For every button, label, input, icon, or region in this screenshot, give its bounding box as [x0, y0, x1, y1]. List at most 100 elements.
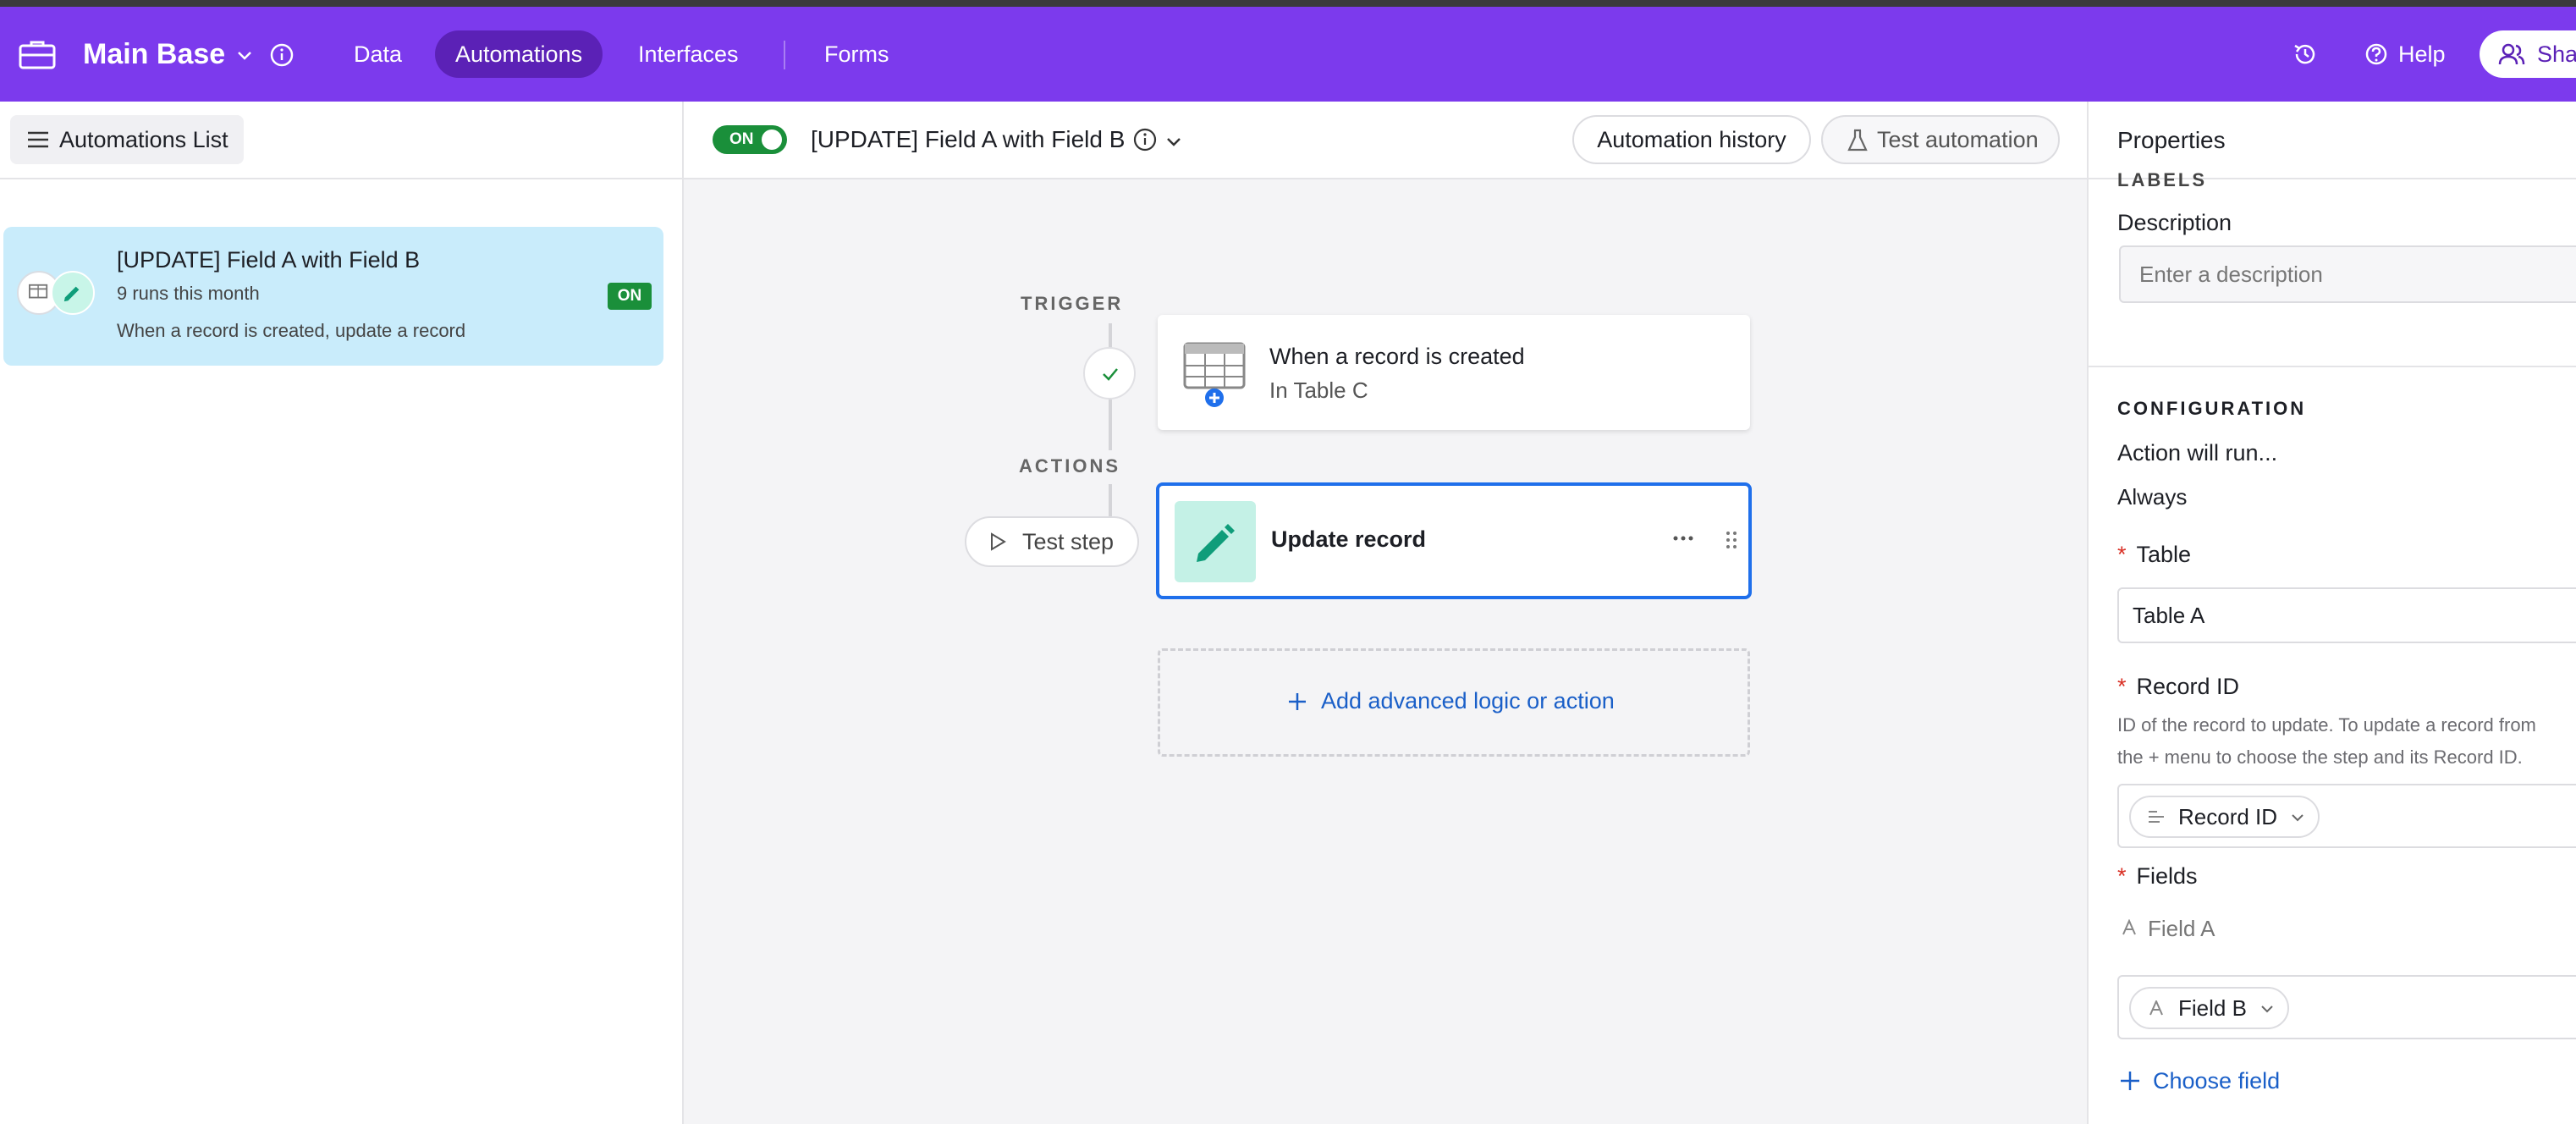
history-icon[interactable]: [2292, 41, 2319, 68]
record-id-field-label: * Record ID: [2117, 674, 2239, 700]
table-label-text: Table: [2136, 542, 2192, 567]
briefcase-icon[interactable]: [19, 39, 56, 69]
add-logic-or-action-button[interactable]: Add advanced logic or action: [1158, 648, 1750, 757]
record-id-help: ID of the record to update. To update a …: [2117, 709, 2536, 774]
test-automation-button[interactable]: Test automation: [1821, 115, 2060, 164]
trigger-subtitle: In Table C: [1269, 377, 1368, 403]
plus-icon: [2121, 1072, 2139, 1090]
sidebar-header: Automations List: [0, 102, 682, 179]
flask-icon: [1847, 129, 1868, 152]
properties-panel: Properties LABELS Description Enter a de…: [2087, 102, 2576, 1124]
table-field-label: * Table: [2117, 542, 2191, 568]
single-line-text-icon: [2122, 919, 2136, 935]
automation-summary: When a record is created, update a recor…: [117, 320, 466, 341]
test-automation-label: Test automation: [1877, 127, 2039, 152]
run-condition-value[interactable]: Always: [2117, 484, 2187, 510]
pencil-icon: [51, 271, 95, 315]
fields-label-text: Fields: [2136, 863, 2198, 889]
toggle-knob: [762, 129, 782, 150]
action-will-run-label: Action will run...: [2117, 440, 2278, 466]
chevron-down-icon: [2292, 814, 2304, 822]
text-field-icon: [2149, 811, 2164, 823]
action-card[interactable]: Update record: [1156, 482, 1752, 599]
actions-section-label: ACTIONS: [1019, 455, 1120, 477]
trigger-title: When a record is created: [1269, 344, 1525, 369]
window-top-strip: [0, 0, 2576, 7]
add-logic-label: Add advanced logic or action: [1287, 688, 1615, 714]
automation-name: [UPDATE] Field A with Field B: [117, 247, 421, 273]
pencil-icon: [1197, 524, 1235, 562]
nav-interfaces[interactable]: Interfaces: [618, 30, 759, 78]
record-id-input[interactable]: Record ID: [2117, 784, 2576, 848]
record-id-help-line: ID of the record to update. To update a …: [2117, 714, 2536, 736]
plus-icon: [1289, 693, 1306, 710]
table-select[interactable]: Table A: [2117, 587, 2576, 643]
field-a-text: Field A: [2148, 916, 2215, 941]
nav-divider: [784, 41, 785, 69]
action-icon-tile: [1175, 501, 1256, 582]
automation-title[interactable]: [UPDATE] Field A with Field B: [811, 122, 1125, 157]
record-id-token[interactable]: Record ID: [2129, 796, 2320, 838]
share-button[interactable]: Share: [2480, 30, 2576, 78]
automations-list-label: Automations List: [59, 127, 228, 152]
trigger-section-label: TRIGGER: [1021, 293, 1124, 314]
choose-field-label: Choose field: [2153, 1068, 2281, 1094]
info-icon[interactable]: [269, 42, 294, 68]
nav-forms[interactable]: Forms: [804, 30, 910, 78]
menu-icon: [28, 131, 48, 148]
field-a-label: Field A: [2117, 916, 2215, 942]
properties-header: Properties: [2089, 102, 2576, 179]
automation-toggle[interactable]: ON: [713, 125, 787, 154]
nav-automations[interactable]: Automations: [435, 30, 603, 78]
automation-list-item[interactable]: [UPDATE] Field A with Field B 9 runs thi…: [3, 227, 663, 366]
info-icon[interactable]: [1132, 127, 1158, 152]
canvas-header: ON [UPDATE] Field A with Field B Automat…: [684, 102, 2087, 179]
record-id-label-text: Record ID: [2136, 674, 2240, 699]
action-title: Update record: [1271, 526, 1427, 552]
field-a-value-input[interactable]: Field B: [2117, 975, 2576, 1039]
required-mark: *: [2117, 863, 2127, 889]
trigger-card[interactable]: When a record is created In Table C: [1158, 315, 1750, 430]
test-step-button[interactable]: Test step: [965, 516, 1139, 567]
drag-handle-icon[interactable]: [1725, 530, 1738, 550]
test-step-label: Test step: [1022, 529, 1115, 554]
base-name[interactable]: Main Base: [83, 36, 225, 73]
labels-heading: LABELS: [2117, 173, 2207, 190]
chevron-down-icon[interactable]: [235, 46, 254, 64]
automations-sidebar: Automations List [UPDATE] Field A with F…: [0, 102, 684, 1124]
nav-data[interactable]: Data: [333, 30, 422, 78]
users-icon: [2498, 43, 2525, 65]
toggle-label: ON: [729, 130, 754, 148]
automation-runs: 9 runs this month: [117, 283, 260, 304]
share-label: Share: [2537, 41, 2576, 67]
properties-title: Properties: [2117, 127, 2226, 153]
single-line-text-icon: [2149, 1000, 2163, 1016]
required-mark: *: [2117, 542, 2127, 567]
record-id-help-line: the + menu to choose the step and its Re…: [2117, 747, 2523, 768]
description-label: Description: [2117, 210, 2232, 235]
help-icon: [2365, 43, 2387, 65]
add-logic-text: Add advanced logic or action: [1321, 688, 1615, 714]
table-icon: [1183, 342, 1246, 407]
check-icon: [1103, 368, 1118, 381]
field-b-token-label: Field B: [2178, 995, 2247, 1021]
flow-connector: [1109, 399, 1112, 450]
field-b-token[interactable]: Field B: [2129, 987, 2289, 1029]
configuration-heading: CONFIGURATION: [2117, 398, 2307, 419]
automation-history-button[interactable]: Automation history: [1572, 115, 1811, 164]
trigger-status: [1083, 347, 1136, 399]
choose-field-button[interactable]: Choose field: [2117, 1068, 2280, 1094]
flow-connector: [1109, 484, 1112, 516]
description-input[interactable]: Enter a description: [2119, 245, 2576, 303]
play-icon: [991, 532, 1006, 551]
more-icon[interactable]: [1672, 533, 1694, 543]
status-badge: ON: [608, 283, 652, 310]
help-label: Help: [2398, 41, 2446, 67]
required-mark: *: [2117, 674, 2127, 699]
automation-canvas: ON [UPDATE] Field A with Field B Automat…: [684, 102, 2087, 1124]
top-bar: Main Base Data Automations Interfaces Fo…: [0, 7, 2576, 102]
flow-connector: [1109, 323, 1112, 349]
record-id-token-label: Record ID: [2178, 804, 2278, 829]
automations-list-button[interactable]: Automations List: [10, 115, 244, 164]
chevron-down-icon[interactable]: [1164, 132, 1183, 151]
